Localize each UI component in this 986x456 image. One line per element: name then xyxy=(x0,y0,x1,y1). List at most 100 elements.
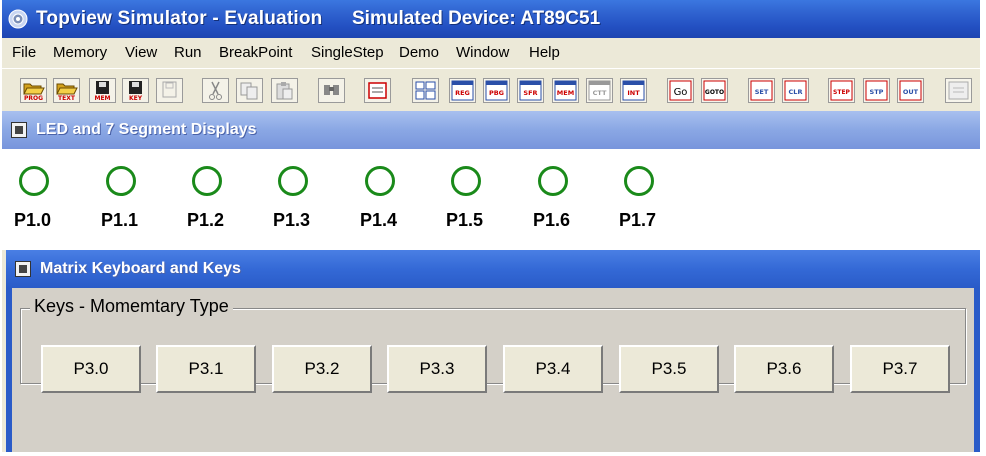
led-p1-6 xyxy=(538,166,568,196)
step-out-icon: OUT xyxy=(899,80,922,101)
keys-groupbox: P3.0 P3.1 P3.2 P3.3 P3.4 P3.5 P3.6 P3.7 xyxy=(20,308,966,393)
open-text-button[interactable]: TEXT xyxy=(53,78,80,103)
led-panel-title: LED and 7 Segment Displays xyxy=(36,121,257,138)
led-panel-header[interactable]: LED and 7 Segment Displays xyxy=(2,111,980,149)
ctt-button[interactable]: CTT xyxy=(586,78,613,103)
svg-text:KEY: KEY xyxy=(129,95,143,102)
key-p3-3-button[interactable]: P3.3 xyxy=(387,345,487,393)
svg-text:MEM: MEM xyxy=(557,89,574,97)
key-p3-0-button[interactable]: P3.0 xyxy=(41,345,141,393)
print-button[interactable] xyxy=(364,78,391,103)
exit-icon xyxy=(948,81,969,100)
menu-view[interactable]: View xyxy=(125,44,157,61)
simulated-device: Simulated Device: AT89C51 xyxy=(352,8,601,29)
title-bar: Topview Simulator - Evaluation Simulated… xyxy=(2,0,980,38)
svg-text:CTT: CTT xyxy=(593,89,607,97)
menu-demo[interactable]: Demo xyxy=(399,44,439,61)
print-icon xyxy=(368,82,387,99)
keys-group-label: Keys - Momemtary Type xyxy=(30,296,233,317)
step-over-button[interactable]: STP xyxy=(863,78,890,103)
key-p3-6-button[interactable]: P3.6 xyxy=(734,345,834,393)
goto-button[interactable]: GOTO xyxy=(701,78,728,103)
window-layout-button[interactable] xyxy=(412,78,439,103)
reg-button[interactable]: REG xyxy=(449,78,476,103)
panel-system-icon[interactable] xyxy=(15,261,31,277)
clear-break-icon: CLR xyxy=(784,80,807,101)
led-p1-0 xyxy=(19,166,49,196)
led-p1-5 xyxy=(451,166,481,196)
paste-button[interactable] xyxy=(271,78,298,103)
menu-breakpoint[interactable]: BreakPoint xyxy=(219,44,292,61)
cut-icon xyxy=(209,81,222,100)
simulator-window: Topview Simulator - Evaluation Simulated… xyxy=(2,0,980,452)
key-p3-7-button[interactable]: P3.7 xyxy=(850,345,950,393)
svg-text:OUT: OUT xyxy=(903,88,919,96)
ctt-icon: CTT xyxy=(588,80,611,101)
app-icon[interactable] xyxy=(8,9,28,29)
menu-singlestep[interactable]: SingleStep xyxy=(311,44,384,61)
menu-window[interactable]: Window xyxy=(456,44,509,61)
led-label: P1.3 xyxy=(273,210,311,230)
menu-memory[interactable]: Memory xyxy=(53,44,107,61)
svg-text:PBG: PBG xyxy=(489,89,504,97)
open-text-icon: TEXT xyxy=(56,83,78,102)
set-break-button[interactable]: SET xyxy=(748,78,775,103)
keyboard-panel: Matrix Keyboard and Keys P3.0 P3.1 P3.2 … xyxy=(6,250,980,452)
key-p3-4-button[interactable]: P3.4 xyxy=(503,345,603,393)
svg-text:MEM: MEM xyxy=(94,95,110,102)
svg-text:SET: SET xyxy=(755,88,769,96)
key-p3-5-button[interactable]: P3.5 xyxy=(619,345,719,393)
step-button[interactable]: STEP xyxy=(828,78,855,103)
open-prog-button[interactable]: PROG xyxy=(20,78,47,103)
svg-text:REG: REG xyxy=(455,89,470,97)
menu-run[interactable]: Run xyxy=(174,44,202,61)
clear-break-button[interactable]: CLR xyxy=(782,78,809,103)
step-out-button[interactable]: OUT xyxy=(897,78,924,103)
mem-button[interactable]: MEM xyxy=(552,78,579,103)
copy-icon xyxy=(240,82,258,100)
svg-text:CLR: CLR xyxy=(789,88,803,96)
find-button[interactable] xyxy=(318,78,345,103)
mem-icon: MEM xyxy=(554,80,577,101)
window-layout-icon xyxy=(415,81,436,100)
led-p1-3 xyxy=(278,166,308,196)
toolbar: PROG TEXT MEM KEY REG PBG SFR MEM CTT IN… xyxy=(2,68,980,111)
key-p3-1-button[interactable]: P3.1 xyxy=(156,345,256,393)
svg-text:INT: INT xyxy=(627,89,640,97)
go-button[interactable]: Go xyxy=(667,78,694,103)
keyboard-panel-title: Matrix Keyboard and Keys xyxy=(40,260,241,277)
led-p1-4 xyxy=(365,166,395,196)
exit-button[interactable] xyxy=(945,78,972,103)
svg-text:TEXT: TEXT xyxy=(58,95,76,102)
keyboard-panel-header[interactable]: Matrix Keyboard and Keys xyxy=(6,250,980,288)
svg-text:PROG: PROG xyxy=(24,95,43,102)
led-label: P1.6 xyxy=(533,210,571,230)
cut-button[interactable] xyxy=(202,78,229,103)
key-p3-2-button[interactable]: P3.2 xyxy=(272,345,372,393)
pbg-button[interactable]: PBG xyxy=(483,78,510,103)
save-disabled-button[interactable] xyxy=(156,78,183,103)
led-panel: P1.0 P1.1 P1.2 P1.3 P1.4 P1.5 P1.6 P1.7 xyxy=(2,149,980,244)
panel-system-icon[interactable] xyxy=(11,122,27,138)
step-over-icon: STP xyxy=(865,80,888,101)
led-p1-7 xyxy=(624,166,654,196)
set-break-icon: SET xyxy=(750,80,773,101)
menu-file[interactable]: File xyxy=(12,44,36,61)
paste-icon xyxy=(276,82,293,100)
save-disabled-icon xyxy=(162,81,177,98)
keyboard-panel-body: P3.0 P3.1 P3.2 P3.3 P3.4 P3.5 P3.6 P3.7 … xyxy=(12,288,974,452)
led-label: P1.2 xyxy=(187,210,225,230)
svg-text:SFR: SFR xyxy=(523,89,537,97)
sfr-button[interactable]: SFR xyxy=(517,78,544,103)
menu-bar: File Memory View Run BreakPoint SingleSt… xyxy=(2,38,980,68)
go-icon: Go xyxy=(669,80,692,101)
led-p1-2 xyxy=(192,166,222,196)
led-label: P1.7 xyxy=(619,210,657,230)
menu-help[interactable]: Help xyxy=(529,44,560,61)
save-mem-button[interactable]: MEM xyxy=(89,78,116,103)
window-title: Topview Simulator - Evaluation xyxy=(36,8,323,29)
led-p1-1 xyxy=(106,166,136,196)
int-button[interactable]: INT xyxy=(620,78,647,103)
save-ky-button[interactable]: KEY xyxy=(122,78,149,103)
copy-button[interactable] xyxy=(236,78,263,103)
